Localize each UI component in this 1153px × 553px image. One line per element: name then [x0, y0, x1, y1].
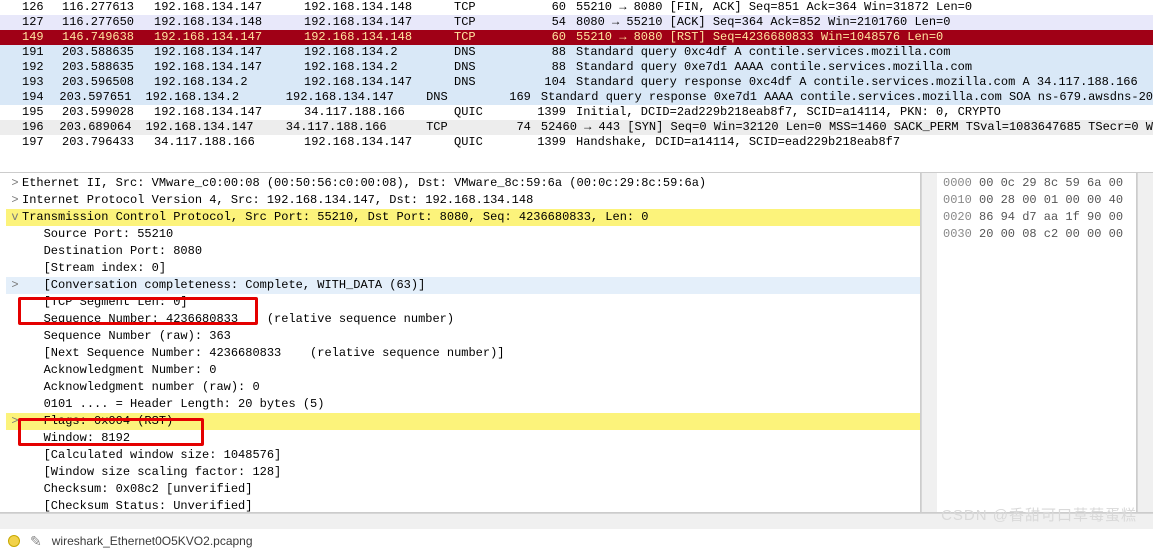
detail-line: Sequence Number (raw): 363 — [6, 328, 921, 345]
packet-row[interactable]: 126116.277613192.168.134.147192.168.134.… — [0, 0, 1153, 15]
packet-row[interactable]: 193203.596508192.168.134.2192.168.134.14… — [0, 75, 1153, 90]
packet-row[interactable]: 197203.79643334.117.188.166192.168.134.1… — [0, 135, 1153, 150]
packet-details[interactable]: >Ethernet II, Src: VMware_c0:00:08 (00:5… — [0, 173, 921, 512]
detail-line[interactable]: > [Conversation completeness: Complete, … — [6, 277, 921, 294]
packet-row[interactable]: 196203.689064192.168.134.14734.117.188.1… — [0, 120, 1153, 135]
capture-file-name: wireshark_Ethernet0O5KVO2.pcapng — [52, 534, 253, 548]
packet-row[interactable]: 195203.599028192.168.134.14734.117.188.1… — [0, 105, 1153, 120]
hex-line[interactable]: 003020 00 08 c2 00 00 00 — [943, 226, 1130, 243]
scrollbar-vertical[interactable] — [921, 173, 937, 512]
detail-line: [Checksum Status: Unverified] — [6, 498, 921, 512]
detail-line: Destination Port: 8080 — [6, 243, 921, 260]
detail-line: Checksum: 0x08c2 [unverified] — [6, 481, 921, 498]
packet-row[interactable]: 127116.277650192.168.134.148192.168.134.… — [0, 15, 1153, 30]
packet-row[interactable]: 191203.588635192.168.134.147192.168.134.… — [0, 45, 1153, 60]
detail-line: Window: 8192 — [6, 430, 921, 447]
detail-line: [Window size scaling factor: 128] — [6, 464, 921, 481]
packet-list[interactable]: 126116.277613192.168.134.147192.168.134.… — [0, 0, 1153, 173]
status-indicator-icon — [8, 535, 20, 547]
detail-line[interactable]: vTransmission Control Protocol, Src Port… — [6, 209, 921, 226]
hex-line[interactable]: 001000 28 00 01 00 00 40 — [943, 192, 1130, 209]
packet-row[interactable]: 192203.588635192.168.134.147192.168.134.… — [0, 60, 1153, 75]
detail-line: Sequence Number: 4236680833 (relative se… — [6, 311, 921, 328]
hex-dump[interactable]: 000000 0c 29 8c 59 6a 00001000 28 00 01 … — [937, 173, 1137, 512]
detail-line: 0101 .... = Header Length: 20 bytes (5) — [6, 396, 921, 413]
detail-line: [Next Sequence Number: 4236680833 (relat… — [6, 345, 921, 362]
hex-line[interactable]: 000000 0c 29 8c 59 6a 00 — [943, 175, 1130, 192]
detail-line: Source Port: 55210 — [6, 226, 921, 243]
detail-line: [Calculated window size: 1048576] — [6, 447, 921, 464]
packet-row[interactable]: 149146.749638192.168.134.147192.168.134.… — [0, 30, 1153, 45]
detail-line: Acknowledgment number (raw): 0 — [6, 379, 921, 396]
detail-line[interactable]: >Internet Protocol Version 4, Src: 192.1… — [6, 192, 921, 209]
hex-scrollbar[interactable] — [1137, 173, 1153, 512]
detail-line[interactable]: >Ethernet II, Src: VMware_c0:00:08 (00:5… — [6, 175, 921, 192]
hex-line[interactable]: 002086 94 d7 aa 1f 90 00 — [943, 209, 1130, 226]
detail-line[interactable]: > Flags: 0x004 (RST) — [6, 413, 921, 430]
tools-icon[interactable]: ✎ — [30, 533, 42, 550]
detail-line: Acknowledgment Number: 0 — [6, 362, 921, 379]
scrollbar-horizontal[interactable] — [0, 513, 1153, 529]
detail-line: [Stream index: 0] — [6, 260, 921, 277]
statusbar: ✎ wireshark_Ethernet0O5KVO2.pcapng — [0, 529, 1153, 553]
detail-line: [TCP Segment Len: 0] — [6, 294, 921, 311]
packet-row[interactable]: 194203.597651192.168.134.2192.168.134.14… — [0, 90, 1153, 105]
